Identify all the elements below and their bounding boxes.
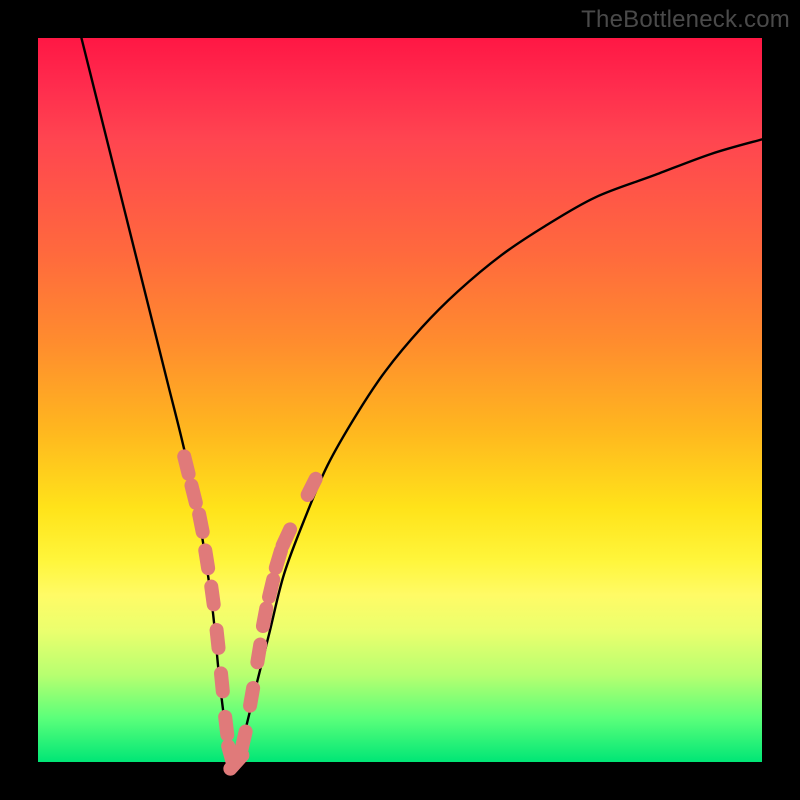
marker-capsule — [225, 717, 227, 735]
curve-markers — [184, 456, 315, 768]
marker-capsule — [250, 688, 253, 706]
marker-capsule — [199, 514, 203, 532]
marker-capsule — [242, 732, 246, 750]
curve-svg — [38, 38, 762, 762]
marker-capsule — [205, 550, 208, 568]
marker-capsule — [217, 630, 219, 648]
plot-area — [38, 38, 762, 762]
marker-capsule — [184, 456, 188, 473]
marker-capsule — [308, 479, 316, 495]
marker-capsule — [263, 608, 266, 626]
marker-capsule — [230, 755, 242, 768]
marker-capsule — [191, 485, 195, 502]
marker-capsule — [221, 673, 223, 691]
marker-capsule — [276, 551, 281, 568]
marker-capsule — [211, 587, 213, 605]
chart-frame: TheBottleneck.com — [0, 0, 800, 800]
bottleneck-curve — [81, 38, 762, 763]
marker-capsule — [283, 529, 291, 545]
marker-capsule — [257, 645, 260, 663]
watermark-text: TheBottleneck.com — [581, 6, 790, 34]
marker-capsule — [269, 579, 273, 597]
